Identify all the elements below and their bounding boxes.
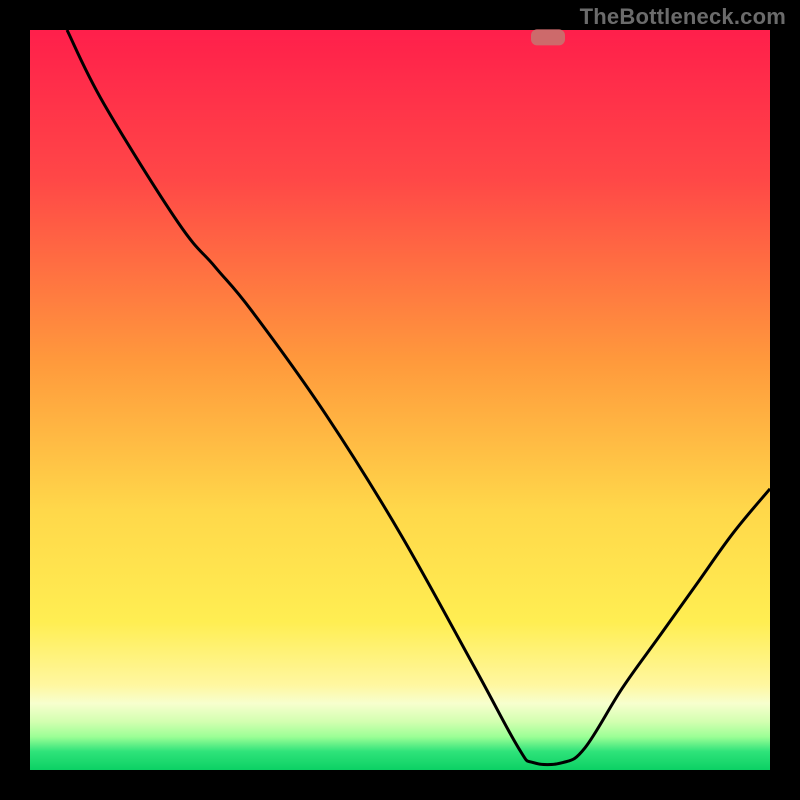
- watermark-text: TheBottleneck.com: [580, 4, 786, 30]
- plot-area: [30, 30, 770, 770]
- bottleneck-chart: [0, 0, 800, 800]
- chart-frame: { "watermark": "TheBottleneck.com", "cha…: [0, 0, 800, 800]
- optimum-marker: [531, 29, 565, 45]
